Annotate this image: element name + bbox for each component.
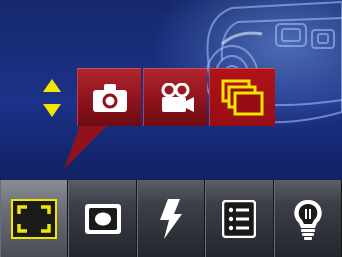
lightbulb-icon	[293, 198, 323, 240]
mode-still-photo-button[interactable]	[77, 68, 141, 126]
mode-burst-button[interactable]	[209, 68, 275, 126]
help-button[interactable]	[273, 180, 342, 257]
metering-icon	[84, 203, 121, 234]
camera-menu-screen	[0, 0, 342, 257]
movie-camera-icon	[158, 82, 194, 113]
menu-button[interactable]	[205, 180, 274, 257]
camera-icon	[92, 83, 127, 112]
stacked-frames-icon	[221, 79, 265, 117]
focus-frame-icon	[11, 198, 58, 239]
shooting-mode-bar	[77, 68, 275, 126]
metering-button[interactable]	[68, 180, 137, 257]
flash-button[interactable]	[136, 180, 206, 257]
flash-icon	[159, 198, 182, 239]
settings-toolbar	[0, 180, 342, 257]
menu-list-icon	[222, 199, 257, 238]
focus-area-button[interactable]	[0, 180, 69, 257]
up-down-arrows-icon[interactable]	[43, 79, 61, 117]
callout-pointer	[64, 125, 108, 169]
mode-movie-button[interactable]	[143, 68, 207, 126]
